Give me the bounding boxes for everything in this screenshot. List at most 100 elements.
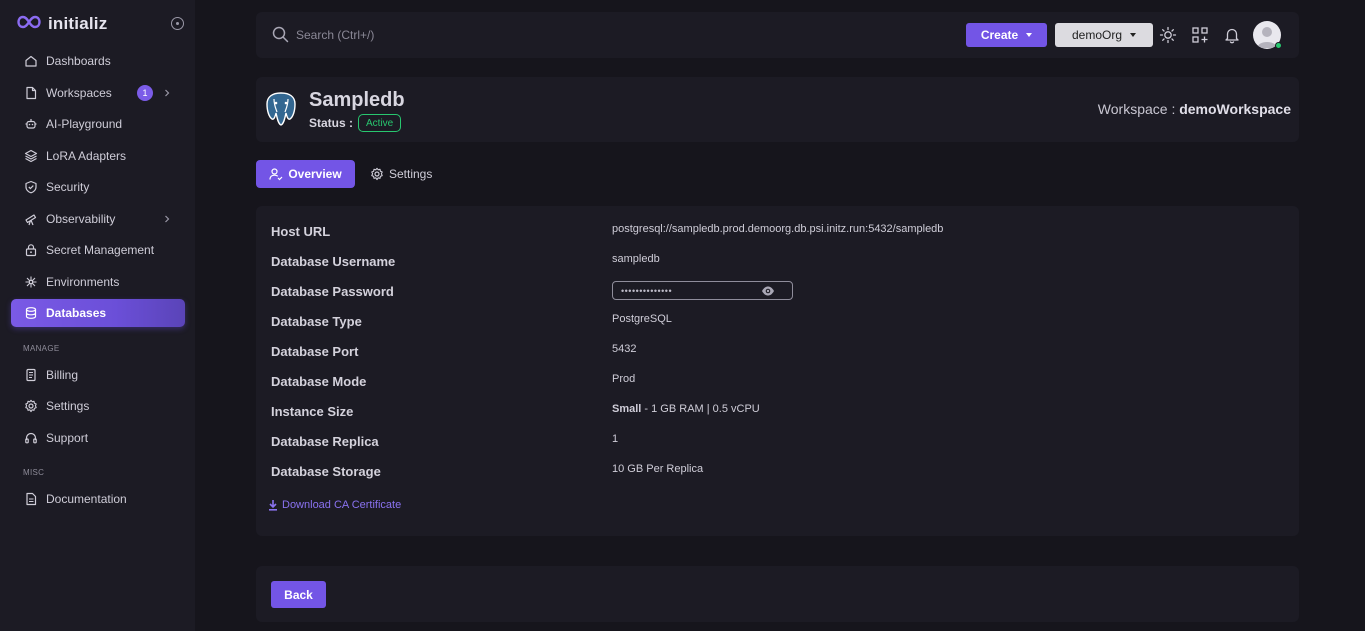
sidebar-item-workspaces[interactable]: Workspaces 1 xyxy=(11,79,185,107)
org-selector-label: demoOrg xyxy=(1071,28,1123,42)
actions-footer: Back xyxy=(256,566,1299,622)
sidebar-collapse-toggle[interactable] xyxy=(171,17,184,30)
sidebar-item-support[interactable]: Support xyxy=(11,424,185,452)
detail-label-host-url: Host URL xyxy=(271,224,331,239)
home-icon xyxy=(24,54,38,68)
org-selector[interactable]: demoOrg xyxy=(1055,23,1153,47)
gear-icon xyxy=(24,399,38,413)
create-button[interactable]: Create xyxy=(966,23,1047,47)
detail-value-instance-size: Small - 1 GB RAM | 0.5 vCPU xyxy=(612,403,760,415)
detail-label-type: Database Type xyxy=(271,314,362,329)
detail-value-mode: Prod xyxy=(612,373,636,385)
detail-value-port: 5432 xyxy=(612,343,637,355)
workspace-indicator: Workspace : demoWorkspace xyxy=(1098,101,1291,117)
workspace-value: demoWorkspace xyxy=(1179,101,1291,117)
detail-label-replica: Database Replica xyxy=(271,434,379,449)
postgresql-logo-icon xyxy=(266,92,296,126)
eye-icon[interactable] xyxy=(761,285,775,297)
sidebar-item-environments[interactable]: Environments xyxy=(11,268,185,296)
detail-label-port: Database Port xyxy=(271,344,359,359)
brand-name: initializ xyxy=(48,14,108,33)
workspace-label: Workspace : xyxy=(1097,101,1176,117)
download-link-label: Download CA Certificate xyxy=(282,499,402,511)
detail-value-host-url: postgresql://sampledb.prod.demoorg.db.ps… xyxy=(612,223,944,235)
sidebar-item-ai-playground[interactable]: AI-Playground xyxy=(11,110,185,138)
download-ca-certificate-link[interactable]: Download CA Certificate xyxy=(268,499,401,511)
user-check-icon xyxy=(269,168,283,181)
workspaces-count-badge: 1 xyxy=(137,85,153,101)
sidebar-item-label: LoRA Adapters xyxy=(46,149,127,163)
chevron-right-icon[interactable] xyxy=(161,87,173,99)
database-details: Host URL postgresql://sampledb.prod.demo… xyxy=(256,206,1299,536)
bell-icon[interactable] xyxy=(1223,26,1241,44)
brand-logo[interactable]: initializ xyxy=(17,13,107,35)
sidebar-item-label: Workspaces xyxy=(46,86,112,100)
chevron-down-icon xyxy=(1026,33,1033,37)
instance-size-tier: Small xyxy=(612,403,642,415)
topbar: Create demoOrg xyxy=(256,12,1299,58)
network-icon xyxy=(24,275,38,289)
chevron-right-icon[interactable] xyxy=(161,213,173,225)
document-icon xyxy=(24,492,38,506)
sidebar-item-databases[interactable]: Databases xyxy=(11,299,185,327)
sidebar-item-label: Databases xyxy=(46,306,107,320)
sidebar-item-billing[interactable]: Billing xyxy=(11,361,185,389)
sidebar-item-label: Observability xyxy=(46,212,116,226)
file-icon xyxy=(24,86,38,100)
section-label-manage: MANAGE xyxy=(23,344,60,353)
password-field xyxy=(612,281,793,300)
search-input[interactable] xyxy=(296,24,596,46)
tab-settings-label: Settings xyxy=(389,167,433,181)
search-icon xyxy=(272,26,289,43)
database-header: Sampledb Status : Active Workspace : dem… xyxy=(256,77,1299,142)
detail-value-type: PostgreSQL xyxy=(612,313,672,325)
instance-size-spec: - 1 GB RAM | 0.5 vCPU xyxy=(641,403,760,415)
online-status-dot xyxy=(1275,42,1282,49)
create-button-label: Create xyxy=(980,28,1019,42)
status-label: Status : xyxy=(309,116,354,130)
password-input[interactable] xyxy=(621,284,761,298)
detail-label-mode: Database Mode xyxy=(271,374,367,389)
robot-icon xyxy=(24,117,38,131)
sun-icon[interactable] xyxy=(1159,26,1177,44)
detail-value-username: sampledb xyxy=(612,253,660,265)
sidebar: initializ Dashboards Workspaces 1 AI-Pla… xyxy=(0,0,195,631)
sidebar-item-label: Secret Management xyxy=(46,243,155,257)
sidebar-item-settings[interactable]: Settings xyxy=(11,392,185,420)
sidebar-item-label: Settings xyxy=(46,399,90,413)
download-icon xyxy=(269,500,277,511)
detail-value-replica: 1 xyxy=(612,433,619,445)
lock-icon xyxy=(24,243,38,257)
shield-icon xyxy=(24,180,38,194)
sidebar-item-dashboards[interactable]: Dashboards xyxy=(11,47,185,75)
sidebar-item-observability[interactable]: Observability xyxy=(11,205,185,233)
page-title: Sampledb xyxy=(309,89,405,111)
sidebar-item-label: Security xyxy=(46,180,90,194)
database-icon xyxy=(24,306,38,320)
tab-overview[interactable]: Overview xyxy=(256,160,355,188)
gear-icon xyxy=(371,167,383,181)
section-label-misc: MISC xyxy=(23,468,45,477)
sidebar-item-label: Billing xyxy=(46,368,79,382)
sidebar-item-security[interactable]: Security xyxy=(11,173,185,201)
tab-settings[interactable]: Settings xyxy=(370,160,432,188)
infinity-icon xyxy=(17,15,41,34)
telescope-icon xyxy=(24,212,38,226)
headset-icon xyxy=(24,431,38,445)
back-button[interactable]: Back xyxy=(271,581,326,608)
status-badge: Active xyxy=(358,114,402,132)
detail-label-storage: Database Storage xyxy=(271,464,381,479)
tab-overview-label: Overview xyxy=(288,167,342,181)
apps-add-icon[interactable] xyxy=(1191,26,1209,44)
sidebar-item-secret-management[interactable]: Secret Management xyxy=(11,236,185,264)
detail-label-instance-size: Instance Size xyxy=(271,404,354,419)
sidebar-item-documentation[interactable]: Documentation xyxy=(11,485,185,513)
sidebar-item-lora-adapters[interactable]: LoRA Adapters xyxy=(11,142,185,170)
detail-label-password: Database Password xyxy=(271,284,394,299)
sidebar-item-label: Support xyxy=(46,431,89,445)
detail-value-storage: 10 GB Per Replica xyxy=(612,463,704,475)
sidebar-item-label: Documentation xyxy=(46,492,127,506)
chevron-down-icon xyxy=(1130,33,1137,37)
layers-icon xyxy=(24,149,38,163)
sidebar-item-label: AI-Playground xyxy=(46,117,123,131)
